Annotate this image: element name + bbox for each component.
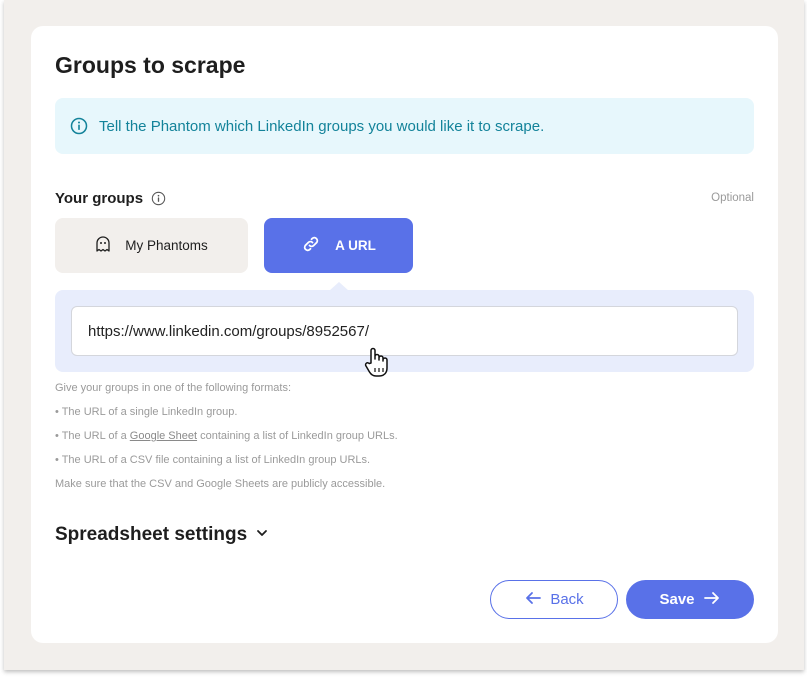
group-url-input[interactable] (71, 306, 738, 356)
back-button[interactable]: Back (490, 580, 618, 619)
help-item-prefix: • The URL of a (55, 430, 130, 442)
help-item: • The URL of a Google Sheet containing a… (55, 428, 398, 452)
link-icon (301, 234, 321, 257)
groups-card: Groups to scrape Tell the Phantom which … (31, 26, 778, 643)
url-panel (55, 290, 754, 372)
spreadsheet-settings-toggle[interactable]: Spreadsheet settings (55, 524, 269, 546)
my-phantoms-label: My Phantoms (125, 238, 208, 253)
my-phantoms-option[interactable]: My Phantoms (55, 218, 248, 273)
save-label: Save (659, 591, 694, 608)
arrow-left-icon (524, 591, 542, 609)
info-banner: Tell the Phantom which LinkedIn groups y… (55, 98, 754, 154)
spreadsheet-settings-label: Spreadsheet settings (55, 524, 247, 546)
format-help: Give your groups in one of the following… (55, 380, 398, 500)
optional-label: Optional (711, 192, 754, 204)
help-item: • The URL of a CSV file containing a lis… (55, 452, 398, 476)
help-note: Make sure that the CSV and Google Sheets… (55, 476, 398, 500)
help-item-suffix: containing a list of LinkedIn group URLs… (197, 430, 398, 442)
back-label: Back (550, 591, 583, 608)
hand-cursor-icon (364, 346, 390, 378)
app-frame: Groups to scrape Tell the Phantom which … (4, 0, 804, 670)
info-banner-text: Tell the Phantom which LinkedIn groups y… (99, 118, 544, 135)
your-groups-label: Your groups (55, 190, 167, 207)
a-url-label: A URL (335, 238, 376, 253)
chevron-down-icon (255, 524, 269, 546)
help-item: • The URL of a single LinkedIn group. (55, 404, 398, 428)
info-icon (69, 116, 89, 136)
a-url-option[interactable]: A URL (264, 218, 413, 273)
help-icon[interactable] (151, 191, 167, 207)
google-sheet-link[interactable]: Google Sheet (130, 430, 197, 442)
help-intro: Give your groups in one of the following… (55, 380, 398, 404)
arrow-right-icon (703, 591, 721, 609)
page-title: Groups to scrape (55, 52, 245, 79)
ghost-icon (95, 235, 111, 256)
save-button[interactable]: Save (626, 580, 754, 619)
your-groups-label-text: Your groups (55, 190, 143, 207)
